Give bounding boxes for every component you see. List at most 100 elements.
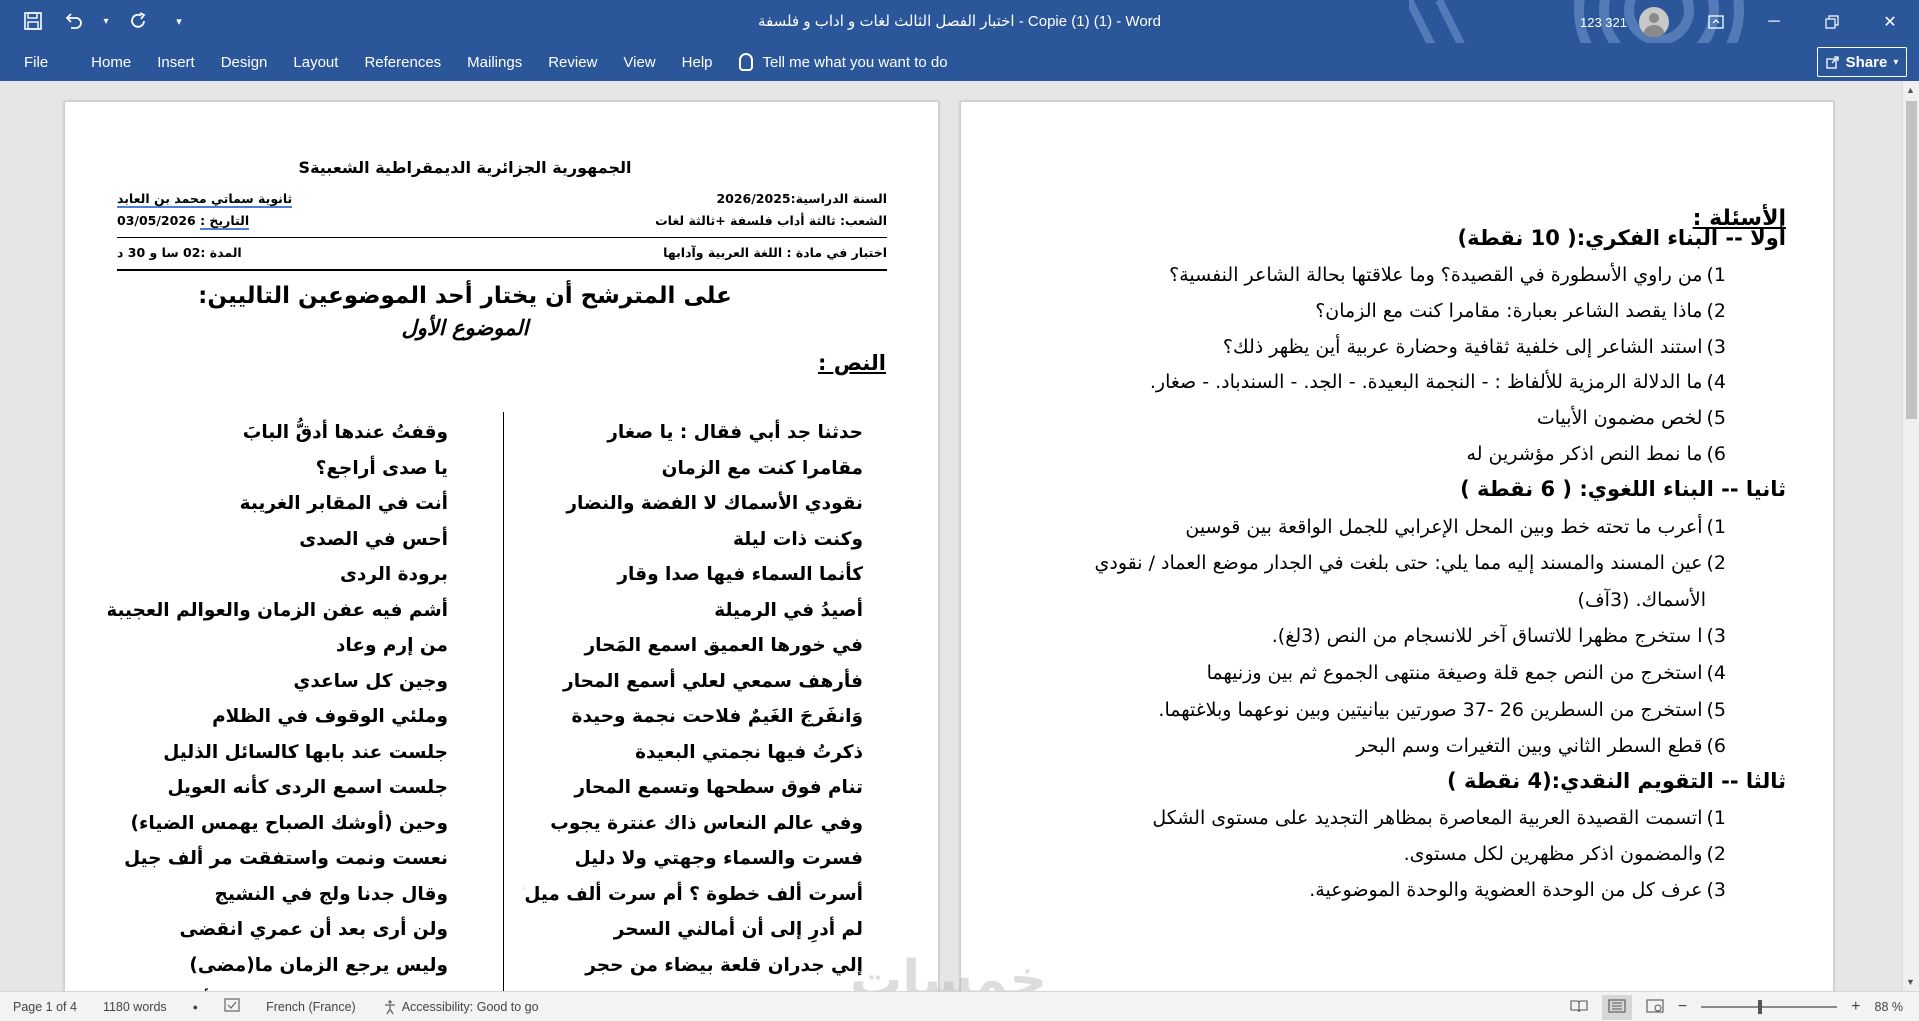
page-count[interactable]: Page 1 of 4 xyxy=(13,1000,77,1014)
zoom-in-icon[interactable]: + xyxy=(1851,998,1860,1016)
poem-line: برودة الردى xyxy=(339,564,448,585)
vertical-scrollbar[interactable]: ▲ ▼ xyxy=(1902,81,1919,991)
track-changes-icon[interactable]: ● xyxy=(193,1002,198,1012)
poem-line: وملئي الوقوف في الظلام xyxy=(212,706,448,727)
zoom-out-icon[interactable]: − xyxy=(1678,998,1687,1016)
scrollbar-thumb[interactable] xyxy=(1906,101,1917,419)
section-2-heading: ثانيا -- البناء اللغوي: ( 6 نقطة ) xyxy=(1460,477,1786,501)
proofing-icon[interactable] xyxy=(224,998,240,1015)
word-count[interactable]: 1180 words xyxy=(103,1000,167,1014)
header-divider-bottom xyxy=(117,269,887,271)
section-3-heading: ثالثا -- التقويم النقدي:(4 نقطة ) xyxy=(1447,769,1786,793)
poem-line: وكنت ذات ليلة xyxy=(733,528,863,550)
account-area[interactable]: 123 321 xyxy=(1580,7,1669,37)
ribbon-tabs-bar: File Home Insert Design Layout Reference… xyxy=(0,43,1919,81)
minimize-icon[interactable]: ─ xyxy=(1745,0,1803,43)
poem-line: وَانفَرجَ الغَيمٌ فلاحت نجمة وحيدة xyxy=(571,706,863,727)
lightbulb-icon xyxy=(738,53,753,71)
poem-line: نعست ونمت واستفقت مر ألف جيل xyxy=(124,848,448,869)
print-layout-icon[interactable] xyxy=(1601,994,1632,1020)
poem-line: إلي جدران قلعة بيضاء من حجر xyxy=(585,954,863,976)
chevron-down-icon: ▾ xyxy=(1893,56,1899,68)
share-icon xyxy=(1825,56,1839,69)
school-name: ثانوية سماتي محمد بن العابد xyxy=(117,191,293,208)
tab-view[interactable]: View xyxy=(610,43,668,81)
close-icon[interactable]: ✕ xyxy=(1861,0,1919,43)
poem-line: جلست عند بابها كالسائل الذليل xyxy=(163,741,448,763)
header-row-3: المدة :02 سا و 30 د اختبار في مادة : الل… xyxy=(117,245,887,260)
poem-line: ذكرتُ فيها نجمتي البعيدة xyxy=(635,741,863,763)
scroll-up-icon[interactable]: ▲ xyxy=(1906,85,1915,95)
tell-me-search[interactable]: Tell me what you want to do xyxy=(726,43,961,81)
poem-left-column: وقفتُ عندها أدقُّ البابَ يا صدى أراجع؟ أ… xyxy=(108,415,448,991)
accessibility-icon xyxy=(384,999,395,1014)
tab-file[interactable]: File xyxy=(0,43,78,81)
choose-instruction: على المترشح أن يختار أحد الموضوعين التال… xyxy=(198,283,732,309)
poem-line: أنت في المقابر الغريبة xyxy=(239,493,448,514)
poem-line: فأرهف سمعي لعلي أسمع المحار xyxy=(563,670,863,692)
question-item: 1)اتسمت القصيدة العربية المعاصرة بمظاهر … xyxy=(1152,807,1726,829)
poem-line: كأنما السماء فيها صدا وقار xyxy=(617,564,863,585)
header-row-1: ثانوية سماتي محمد بن العابد السنة الدراس… xyxy=(117,191,887,208)
web-layout-icon[interactable] xyxy=(1646,998,1664,1016)
ribbon-display-options-icon[interactable] xyxy=(1687,0,1745,43)
zoom-slider[interactable] xyxy=(1701,1000,1838,1014)
tab-insert[interactable]: Insert xyxy=(144,43,208,81)
zoom-slider-thumb[interactable] xyxy=(1758,1000,1763,1014)
text-label: النص : xyxy=(817,351,886,375)
poem-right-column: حدثنا جد أبي فقال : يا صغار مقامرا كنت م… xyxy=(523,415,863,991)
accessibility-status[interactable]: Accessibility: Good to go xyxy=(382,999,539,1015)
poem-line: وليس يرجع الزمان ما(مضى) xyxy=(189,954,448,976)
question-item: 3)ا ستخرج مظهرا للاتساق آخر للانسجام من … xyxy=(1271,625,1726,647)
tab-layout[interactable]: Layout xyxy=(280,43,351,81)
zoom-level[interactable]: 88 % xyxy=(1875,1000,1904,1014)
question-item-continuation: الأسماك. (3آف) xyxy=(1577,589,1706,611)
question-item: 6)ما نمط النص اذكر مؤشرين له xyxy=(1466,443,1726,465)
ribbon-tabs: File Home Insert Design Layout Reference… xyxy=(0,43,961,81)
document-canvas[interactable]: الجمهورية الجزائرية الديمقراطية الشعبيةS… xyxy=(0,81,1902,991)
page-1[interactable]: الجمهورية الجزائرية الديمقراطية الشعبيةS… xyxy=(64,101,939,991)
poem-line: في خورها العميق اسمع المَحار xyxy=(584,635,863,656)
poem-line: من إرم وعاد xyxy=(335,635,448,656)
poem-line: وقفتُ عندها أدقُّ البابَ xyxy=(242,422,448,443)
question-item: 3)استند الشاعر إلى خلفية ثقافية وحضارة ع… xyxy=(1222,336,1726,358)
poem-line: يا صدى أراجع؟ xyxy=(315,457,448,479)
poem-line: أصيدُ في الرميلة xyxy=(714,599,863,621)
share-button[interactable]: Share ▾ xyxy=(1817,47,1907,77)
poem-line: وجين كل ساعدي xyxy=(293,670,448,692)
avatar[interactable] xyxy=(1639,7,1669,37)
poem-line: وسرت حول سورها الطويل xyxy=(523,983,863,991)
tab-review[interactable]: Review xyxy=(535,43,610,81)
tab-home[interactable]: Home xyxy=(78,43,144,81)
poem-line: حدثنا جد أبي فقال : يا صغار xyxy=(607,422,863,443)
read-mode-icon[interactable] xyxy=(1570,999,1588,1016)
page-2[interactable]: الأسئلة : أولا -- البناء الفكري:( 10 نقط… xyxy=(960,101,1834,991)
tab-design[interactable]: Design xyxy=(208,43,281,81)
question-item: 4)استخرج من النص جمع قلة وصيغة منتهى الج… xyxy=(1206,662,1726,684)
question-item: 1)أعرب ما تحته خط وبين المحل الإعرابي لل… xyxy=(1185,516,1726,538)
header-divider-top xyxy=(117,237,887,238)
exam-duration: المدة :02 سا و 30 د xyxy=(117,245,242,260)
poem-line: أسرت ألف خطوة ؟ أم سرت ألف ميل؟ xyxy=(523,883,863,905)
tab-help[interactable]: Help xyxy=(669,43,726,81)
user-name: 123 321 xyxy=(1580,14,1627,30)
branches: الشعب: ثالثة أداب فلسفة +ثالثة لغات xyxy=(655,213,887,228)
title-bar: ▾ ▾ اختبار الفصل الثالث لغات و اداب و فل… xyxy=(0,0,1919,80)
question-item: 1)من راوي الأسطورة في القصيدة؟ وما علاقت… xyxy=(1169,264,1726,286)
language-indicator[interactable]: French (France) xyxy=(266,1000,356,1014)
poem-line: نقودي الأسماك لا الفضة والنضار xyxy=(566,493,863,514)
scroll-down-icon[interactable]: ▼ xyxy=(1906,977,1915,987)
poem-line: أحس في الصدى xyxy=(299,528,448,550)
topic-heading: الموضوع الأول xyxy=(401,316,529,340)
tab-mailings[interactable]: Mailings xyxy=(454,43,535,81)
exam-subject: اختبار في مادة : اللغة العربية وآدابها xyxy=(663,245,887,260)
question-item: 2)والمضمون اذكر مظهرين لكل مستوى. xyxy=(1403,843,1726,865)
tab-references[interactable]: References xyxy=(351,43,454,81)
poem-line: أشم فيه عفن الزمان والعوالم العجيبة xyxy=(108,599,448,621)
question-item: 5)لخص مضمون الأبيات xyxy=(1536,407,1726,429)
restore-icon[interactable] xyxy=(1803,0,1861,43)
question-item: 4)ما الدلالة الرمزية للألفاظ : - النجمة … xyxy=(1149,371,1726,393)
poem-line: فسرت والسماء وجهتي ولا دليل xyxy=(574,848,863,869)
poem-line: تنام فوق سطحها وتسمع المحار xyxy=(574,777,863,798)
poem-line: سوف اراها فكري فانتي الأرج xyxy=(108,983,448,991)
